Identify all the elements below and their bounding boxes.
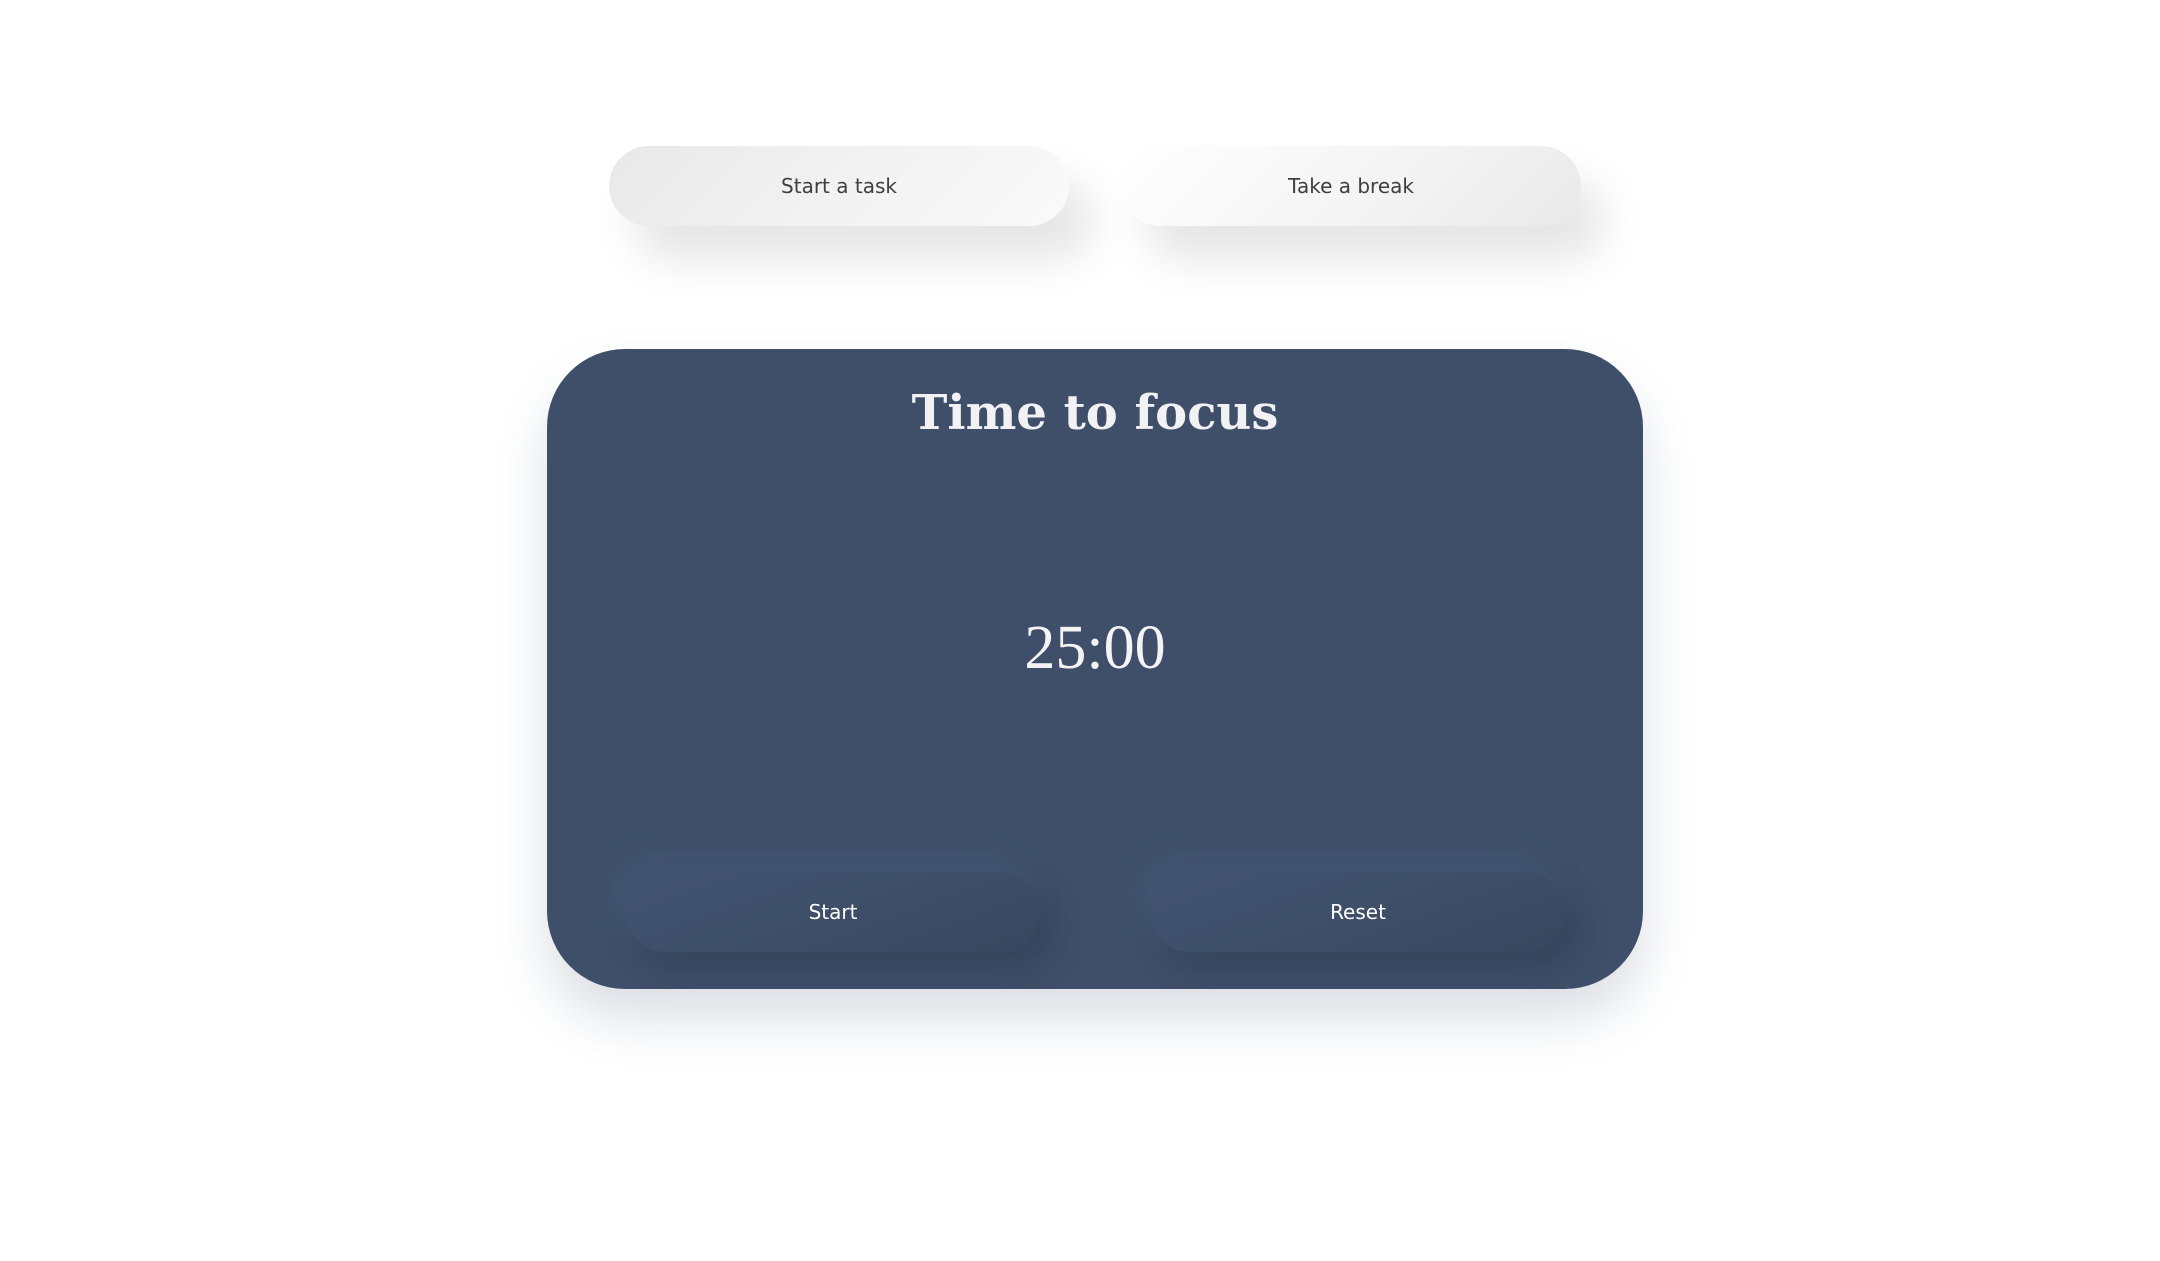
start-button[interactable]: Start: [626, 872, 1040, 952]
timer-card: Time to focus 25:00 Start Reset: [547, 349, 1643, 989]
timer-title: Time to focus: [911, 385, 1279, 441]
take-break-label: Take a break: [1288, 174, 1414, 198]
start-task-label: Start a task: [781, 174, 897, 198]
start-task-button[interactable]: Start a task: [609, 146, 1069, 226]
timer-display: 25:00: [1024, 614, 1166, 682]
reset-button-label: Reset: [1330, 900, 1386, 924]
start-button-label: Start: [808, 900, 858, 924]
take-break-button[interactable]: Take a break: [1121, 146, 1581, 226]
reset-button[interactable]: Reset: [1151, 872, 1565, 952]
